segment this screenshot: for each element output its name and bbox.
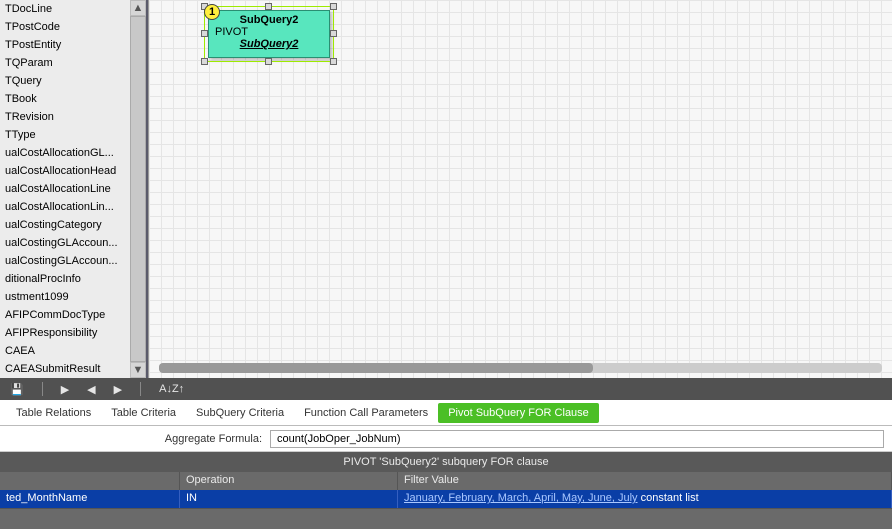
sidebar-item[interactable]: CAEA bbox=[0, 342, 146, 360]
sidebar-item[interactable]: TBook bbox=[0, 90, 146, 108]
sidebar-item[interactable]: ditionalProcInfo bbox=[0, 270, 146, 288]
sidebar-item[interactable]: ualCostAllocationLin... bbox=[0, 198, 146, 216]
aggregate-row: Aggregate Formula: bbox=[0, 426, 892, 452]
sidebar-item[interactable]: CAEASubmitResult bbox=[0, 360, 146, 378]
tab[interactable]: Function Call Parameters bbox=[294, 403, 438, 423]
detail-tabs: Table RelationsTable CriteriaSubQuery Cr… bbox=[0, 400, 892, 426]
grid-header: Operation Filter Value bbox=[0, 472, 892, 490]
sidebar-item[interactable]: ualCostingGLAccoun... bbox=[0, 252, 146, 270]
resize-handle[interactable] bbox=[265, 3, 272, 10]
aggregate-formula-input[interactable] bbox=[270, 430, 884, 448]
scroll-up-icon[interactable]: ▲ bbox=[130, 0, 146, 16]
node-title: SubQuery2 bbox=[209, 11, 329, 26]
grid-empty-area bbox=[0, 508, 892, 529]
grid-row-selected[interactable]: ted_MonthName IN January, February, Marc… bbox=[0, 490, 892, 508]
sidebar-item[interactable]: TRevision bbox=[0, 108, 146, 126]
sidebar-item[interactable]: TPostEntity bbox=[0, 36, 146, 54]
sidebar-item[interactable]: AFIPCommDocType bbox=[0, 306, 146, 324]
sidebar-item[interactable]: TType bbox=[0, 126, 146, 144]
grid-cell-operation[interactable]: IN bbox=[180, 490, 398, 508]
sidebar-item[interactable]: AFIPResponsibility bbox=[0, 324, 146, 342]
sidebar-item[interactable]: ualCostingCategory bbox=[0, 216, 146, 234]
resize-handle[interactable] bbox=[265, 58, 272, 65]
resize-handle[interactable] bbox=[330, 30, 337, 37]
sidebar-item[interactable]: TQuery bbox=[0, 72, 146, 90]
grid-caption: PIVOT 'SubQuery2' subquery FOR clause bbox=[0, 452, 892, 472]
tab[interactable]: Pivot SubQuery FOR Clause bbox=[438, 403, 599, 423]
resize-handle[interactable] bbox=[201, 58, 208, 65]
pivot-subquery-node[interactable]: 1 SubQuery2 PIVOT SubQuery2 bbox=[204, 6, 334, 62]
grid-cell-filter-value[interactable]: January, February, March, April, May, Ju… bbox=[398, 490, 892, 508]
grid-header-operation[interactable]: Operation bbox=[180, 472, 398, 490]
sidebar-item[interactable]: ualCostAllocationLine bbox=[0, 180, 146, 198]
grid-header-field[interactable] bbox=[0, 472, 180, 490]
nav-prev-icon[interactable]: ◀ bbox=[87, 383, 95, 396]
sidebar-item[interactable]: TDocLine bbox=[0, 0, 146, 18]
scroll-thumb[interactable] bbox=[130, 16, 146, 362]
record-nav-bar: 💾 ▶ ◀ ▶ A↓Z↑ bbox=[0, 378, 892, 400]
filter-value-link[interactable]: January, February, March, April, May, Ju… bbox=[404, 492, 638, 504]
sidebar-item[interactable]: TQParam bbox=[0, 54, 146, 72]
aggregate-label: Aggregate Formula: bbox=[0, 433, 270, 445]
scroll-down-icon[interactable]: ▼ bbox=[130, 362, 146, 378]
sidebar-item[interactable]: ustment1099 bbox=[0, 288, 146, 306]
node-subquery-link[interactable]: SubQuery2 bbox=[209, 38, 329, 50]
resize-handle[interactable] bbox=[330, 58, 337, 65]
node-keyword: PIVOT bbox=[209, 26, 329, 38]
tab[interactable]: Table Relations bbox=[6, 403, 101, 423]
node-index-badge: 1 bbox=[204, 4, 220, 20]
resize-handle[interactable] bbox=[330, 3, 337, 10]
sidebar-item[interactable]: ualCostingGLAccoun... bbox=[0, 234, 146, 252]
sidebar: TDocLineTPostCodeTPostEntityTQParamTQuer… bbox=[0, 0, 148, 378]
sidebar-scrollbar[interactable]: ▲ ▼ bbox=[130, 0, 146, 378]
sidebar-item[interactable]: TPostCode bbox=[0, 18, 146, 36]
run-icon[interactable]: ▶ bbox=[61, 383, 69, 396]
save-icon[interactable]: 💾 bbox=[10, 383, 24, 396]
filter-value-tail: constant list bbox=[638, 492, 699, 504]
resize-handle[interactable] bbox=[201, 30, 208, 37]
nav-next-icon[interactable]: ▶ bbox=[114, 383, 122, 396]
canvas-scrollbar-horizontal[interactable] bbox=[159, 363, 882, 373]
tab[interactable]: SubQuery Criteria bbox=[186, 403, 294, 423]
design-canvas[interactable]: 1 SubQuery2 PIVOT SubQuery2 bbox=[148, 0, 892, 378]
sidebar-item[interactable]: ualCostAllocationHead bbox=[0, 162, 146, 180]
grid-cell-field[interactable]: ted_MonthName bbox=[0, 490, 180, 508]
sidebar-item[interactable]: ualCostAllocationGL... bbox=[0, 144, 146, 162]
sort-icon[interactable]: A↓Z↑ bbox=[159, 383, 184, 395]
grid-header-filter-value[interactable]: Filter Value bbox=[398, 472, 892, 490]
tab[interactable]: Table Criteria bbox=[101, 403, 186, 423]
